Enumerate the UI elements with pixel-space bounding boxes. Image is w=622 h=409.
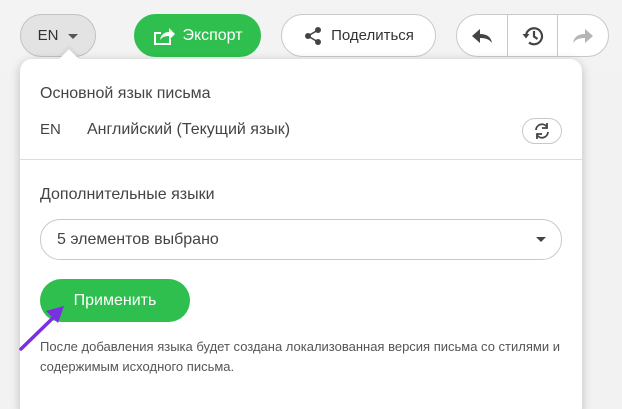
redo-icon: [573, 28, 594, 43]
language-button-label: EN: [37, 27, 59, 44]
main-language-name: Английский (Текущий язык): [87, 121, 291, 138]
share-icon: [305, 26, 322, 45]
stage: EN Экспорт Поделиться Основной язык пись…: [0, 0, 622, 409]
chevron-down-icon: [536, 237, 546, 242]
redo-button[interactable]: [558, 15, 608, 56]
export-icon: [154, 27, 176, 45]
share-label: Поделиться: [331, 27, 414, 44]
additional-languages-select[interactable]: 5 элементов выбрано: [40, 219, 562, 260]
history-icon: [522, 26, 543, 45]
main-language-code: EN: [40, 121, 61, 138]
change-language-button[interactable]: [522, 118, 562, 144]
additional-languages-title: Дополнительные языки: [40, 186, 215, 203]
undo-button[interactable]: [457, 15, 508, 56]
main-language-title: Основной язык письма: [40, 85, 211, 102]
history-button-group: [456, 14, 609, 57]
language-popup: Основной язык письма EN Английский (Теку…: [20, 49, 582, 409]
export-button[interactable]: Экспорт: [134, 14, 261, 57]
language-dropdown-button[interactable]: EN: [20, 14, 96, 57]
share-button[interactable]: Поделиться: [281, 14, 436, 57]
sync-icon: [535, 123, 549, 139]
pointer-arrow-icon: [19, 306, 64, 351]
chevron-down-icon: [68, 34, 79, 39]
undo-icon: [471, 28, 492, 43]
history-button[interactable]: [508, 15, 559, 56]
apply-label: Применить: [73, 291, 157, 309]
additional-languages-value: 5 элементов выбрано: [57, 230, 219, 248]
info-note: После добавления языка будет создана лок…: [40, 339, 560, 374]
section-divider: [20, 159, 582, 160]
export-label: Экспорт: [182, 26, 243, 44]
